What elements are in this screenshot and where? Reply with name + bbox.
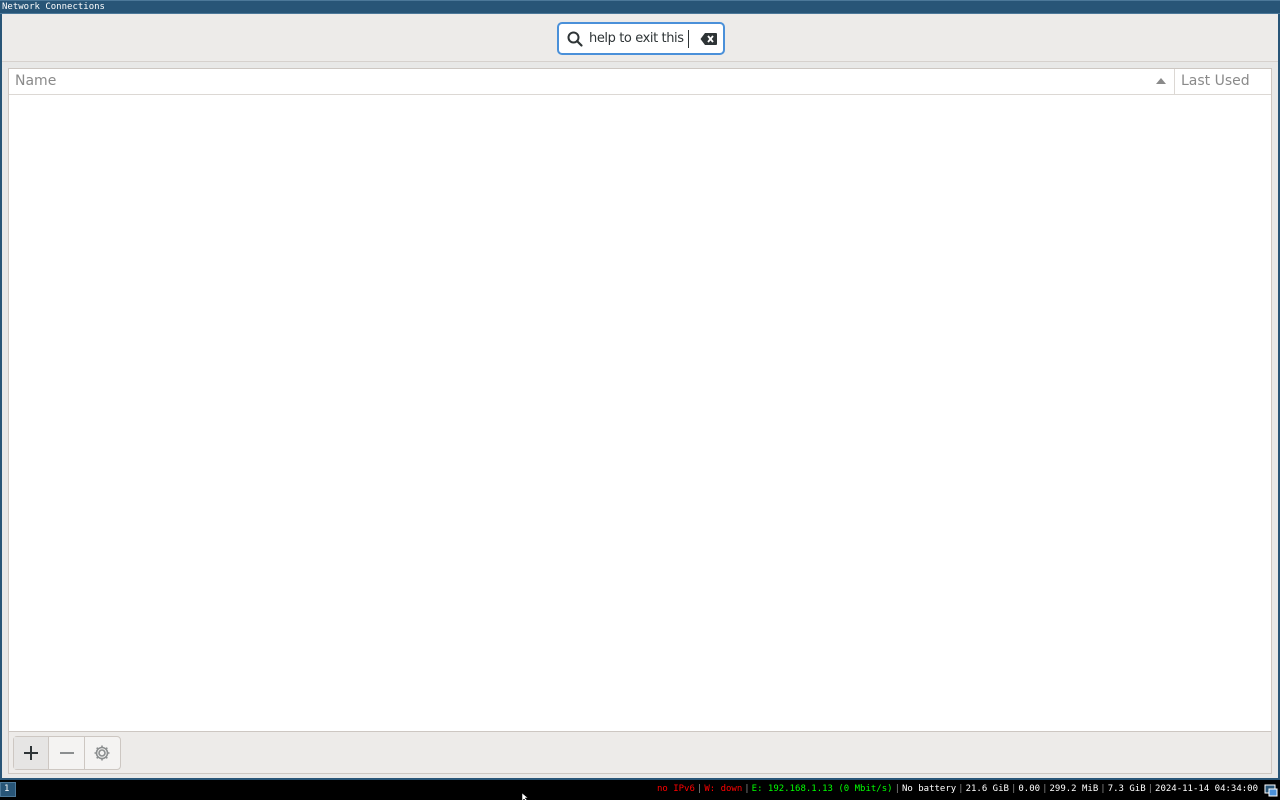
status-ethernet: E: 192.168.1.13 (0 Mbit/s): [751, 784, 893, 794]
status-separator: |: [1100, 784, 1106, 794]
text-caret: [688, 30, 689, 48]
status-separator: |: [894, 784, 900, 794]
gear-icon: [94, 745, 110, 761]
column-header-name-label: Name: [15, 73, 57, 89]
status-separator: |: [744, 784, 750, 794]
network-connections-window: help to exit this Name Last Used: [0, 14, 1280, 780]
column-header-name[interactable]: Name: [9, 69, 1175, 95]
plus-icon: [24, 746, 39, 760]
status-battery: No battery: [901, 784, 957, 794]
clear-icon[interactable]: [700, 32, 718, 46]
status-disk: 21.6 GiB: [965, 784, 1009, 794]
toolbar-button-group: [13, 736, 121, 770]
minus-icon: [59, 752, 74, 754]
workspace-number: 1: [4, 784, 10, 794]
search-value: help to exit this: [589, 31, 684, 46]
status-separator: |: [1042, 784, 1048, 794]
add-connection-button[interactable]: [14, 737, 50, 769]
i3-status-bar: 1 no IPv6 | W: down | E: 192.168.1.13 (0…: [0, 780, 1280, 800]
tray-icon[interactable]: [1264, 783, 1278, 797]
search-input[interactable]: help to exit this: [557, 22, 725, 55]
status-ipv6: no IPv6: [656, 784, 695, 794]
column-header-last-used-label: Last Used: [1181, 73, 1250, 89]
status-items: no IPv6 | W: down | E: 192.168.1.13 (0 M…: [657, 780, 1258, 798]
connections-list[interactable]: Name Last Used: [8, 68, 1272, 732]
column-header-last-used[interactable]: Last Used: [1175, 69, 1271, 95]
search-icon: [567, 31, 583, 47]
status-separator: |: [1010, 784, 1017, 794]
status-memory-total: 7.3 GiB: [1107, 784, 1146, 794]
sort-ascending-icon: [1156, 78, 1166, 84]
status-load: 0.00: [1018, 784, 1041, 794]
workspace-button[interactable]: 1: [0, 782, 16, 797]
status-separator: |: [1147, 784, 1154, 794]
mouse-cursor-icon: [522, 793, 529, 800]
header-bar: help to exit this: [2, 14, 1278, 62]
action-bar: [8, 732, 1272, 774]
edit-connection-button[interactable]: [85, 737, 120, 769]
remove-connection-button[interactable]: [49, 737, 85, 769]
status-memory: 299.2 MiB: [1049, 784, 1099, 794]
window-titlebar[interactable]: Network Connections: [0, 0, 1280, 14]
status-wifi: W: down: [704, 784, 743, 794]
status-datetime: 2024-11-14 04:34:00: [1155, 784, 1258, 794]
window-title: Network Connections: [2, 2, 105, 12]
status-separator: |: [696, 784, 703, 794]
status-separator: |: [958, 784, 964, 794]
